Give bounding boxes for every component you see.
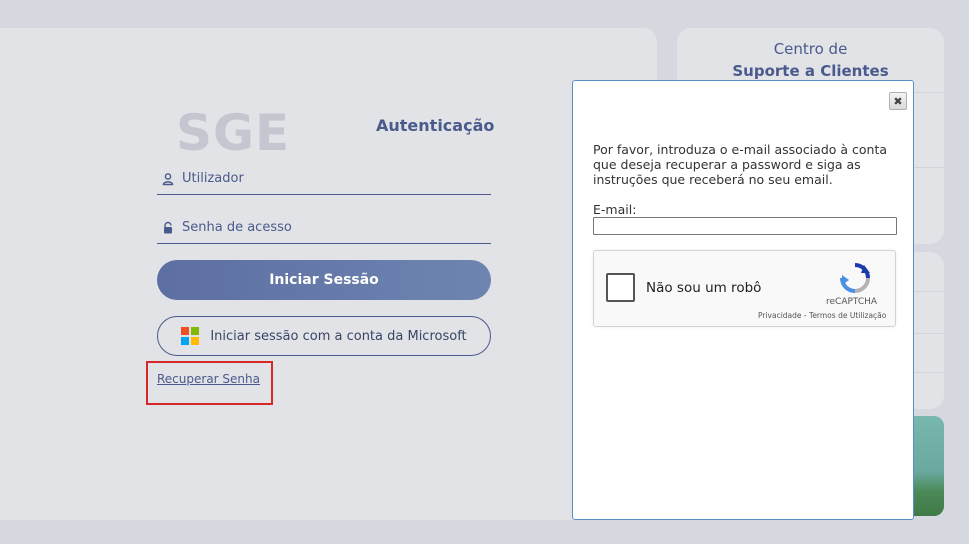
username-field[interactable]: Utilizador <box>157 162 491 195</box>
microsoft-login-label: Iniciar sessão com a conta da Microsoft <box>210 328 467 344</box>
recover-password-link[interactable]: Recuperar Senha <box>157 372 260 386</box>
recaptcha-label: Não sou um robô <box>646 280 762 296</box>
password-field[interactable]: Senha de acesso <box>157 211 491 244</box>
recover-password-modal: ✖ Por favor, introduza o e-mail associad… <box>572 80 914 520</box>
support-title-line1: Centro de <box>773 40 848 58</box>
recaptcha-widget: Não sou um robô reCAPTCHA Privacidade - … <box>593 250 896 327</box>
recaptcha-icon <box>838 261 872 295</box>
microsoft-logo-icon <box>181 327 200 345</box>
email-input[interactable] <box>593 217 897 235</box>
recaptcha-brand: reCAPTCHA <box>826 297 878 307</box>
microsoft-login-button[interactable]: Iniciar sessão com a conta da Microsoft <box>157 316 491 356</box>
support-title-line2: Suporte a Clientes <box>732 62 889 80</box>
email-label: E-mail: <box>593 202 637 217</box>
modal-instructions: Por favor, introduza o e-mail associado … <box>593 142 888 187</box>
user-icon <box>161 171 175 186</box>
recaptcha-links[interactable]: Privacidade - Termos de Utilização <box>758 311 886 320</box>
password-placeholder: Senha de acesso <box>182 219 292 235</box>
login-button[interactable]: Iniciar Sessão <box>157 260 491 300</box>
username-placeholder: Utilizador <box>182 170 244 186</box>
lock-icon <box>161 220 175 234</box>
close-icon[interactable]: ✖ <box>889 92 907 110</box>
recaptcha-checkbox[interactable] <box>606 273 635 302</box>
auth-title: Autenticação <box>376 116 495 135</box>
sge-logo: SGE <box>176 104 291 162</box>
support-title: Centro de Suporte a Clientes <box>677 38 944 82</box>
